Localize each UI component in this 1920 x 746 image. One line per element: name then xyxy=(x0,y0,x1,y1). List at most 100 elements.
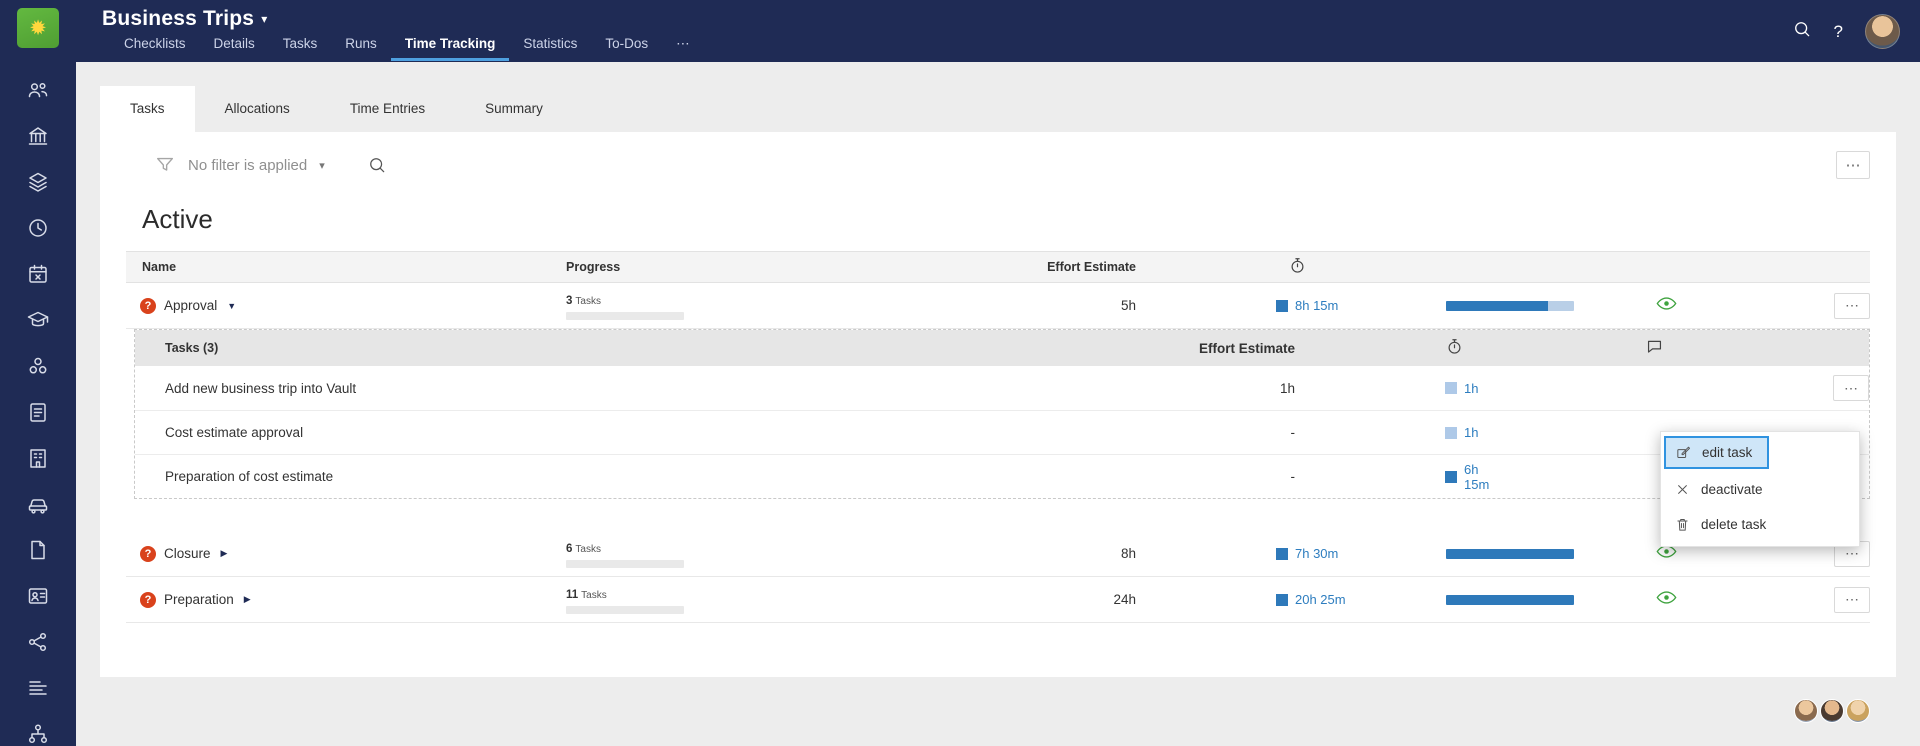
nav-tab-details[interactable]: Details xyxy=(200,33,269,61)
cluster-icon[interactable] xyxy=(26,354,50,378)
title-row: Business Trips ▾ xyxy=(76,0,1920,31)
nav-tab-tasks[interactable]: Tasks xyxy=(269,33,332,61)
user-avatar[interactable] xyxy=(1846,699,1870,723)
filter-caret-icon[interactable]: ▾ xyxy=(319,159,325,172)
user-avatar[interactable] xyxy=(1820,699,1844,723)
list-icon[interactable] xyxy=(26,676,50,700)
workflow-icon[interactable] xyxy=(26,722,50,746)
subtab-summary[interactable]: Summary xyxy=(455,86,573,132)
subtab-tasks[interactable]: Tasks xyxy=(100,86,195,132)
tracked-time-link[interactable]: 20h 25m xyxy=(1295,592,1346,607)
row-more-button[interactable]: ⋯ xyxy=(1834,292,1870,319)
section-title: Active xyxy=(142,204,213,234)
menu-item-deactivate[interactable]: deactivate xyxy=(1661,472,1859,507)
share-icon[interactable] xyxy=(26,630,50,654)
progress-bar-cell xyxy=(1446,300,1656,311)
group-approval[interactable]: ? Approval ▼ xyxy=(126,297,566,314)
task-row: Preparation of cost estimate - 6h 15m xyxy=(135,454,1869,498)
time-square-icon xyxy=(1445,382,1457,394)
calendar-icon[interactable] xyxy=(26,262,50,286)
task-name[interactable]: Add new business trip into Vault xyxy=(135,381,1135,396)
education-icon[interactable] xyxy=(26,308,50,332)
nav-tab-time-tracking[interactable]: Time Tracking xyxy=(390,33,510,61)
filter-label[interactable]: No filter is applied xyxy=(188,157,307,174)
search-icon[interactable] xyxy=(1792,19,1812,44)
task-more-button[interactable]: ⋯ xyxy=(1833,375,1869,401)
menu-item-edit-task[interactable]: edit task xyxy=(1664,436,1770,469)
team-icon[interactable] xyxy=(26,78,50,102)
tracked-time-link[interactable]: 1h xyxy=(1464,381,1478,396)
user-avatar[interactable] xyxy=(1794,699,1818,723)
nav-tab-statistics[interactable]: Statistics xyxy=(509,33,591,61)
menu-item-delete-task[interactable]: delete task xyxy=(1661,507,1859,542)
checklist-icon[interactable] xyxy=(26,400,50,424)
document-icon[interactable] xyxy=(26,538,50,562)
contact-card-icon[interactable] xyxy=(26,584,50,608)
context-menu: edit task deactivate delete task xyxy=(1660,431,1860,547)
task-effort: 1h xyxy=(1279,380,1295,396)
group-closure[interactable]: ? Closure ▶ xyxy=(126,545,566,562)
effort-value: 8h xyxy=(1120,546,1136,561)
clock-icon[interactable] xyxy=(26,216,50,240)
tracked-time-link[interactable]: 8h 15m xyxy=(1295,298,1338,313)
group-name: Closure xyxy=(164,546,211,561)
task-name[interactable]: Preparation of cost estimate xyxy=(135,469,1135,484)
collapse-caret-icon[interactable]: ▼ xyxy=(227,301,236,311)
time-square-icon xyxy=(1276,593,1288,606)
subtab-time-entries[interactable]: Time Entries xyxy=(320,86,455,132)
tracked-time-link[interactable]: 1h xyxy=(1464,425,1478,440)
progress-bar-fill xyxy=(1446,300,1549,311)
page-title[interactable]: Business Trips xyxy=(102,7,254,31)
subtable-title: Tasks (3) xyxy=(165,341,219,355)
task-name[interactable]: Cost estimate approval xyxy=(135,425,1135,440)
subtab-allocations[interactable]: Allocations xyxy=(195,86,320,132)
expand-caret-icon[interactable]: ▶ xyxy=(244,594,251,605)
eye-icon[interactable] xyxy=(1656,296,1677,311)
stopwatch-icon xyxy=(1288,256,1307,275)
table-search-icon[interactable] xyxy=(367,155,387,175)
nav-tab-todos[interactable]: To-Dos xyxy=(591,33,662,61)
stopwatch-icon xyxy=(1445,337,1464,356)
tracked-time-link[interactable]: 6h 15m xyxy=(1464,462,1495,492)
eye-icon[interactable] xyxy=(1656,590,1677,605)
column-header-effort: Effort Estimate xyxy=(1047,260,1136,274)
progress-bar-cell xyxy=(1446,594,1656,605)
visibility-cell xyxy=(1656,590,1776,610)
building-icon[interactable] xyxy=(26,446,50,470)
logo-icon: ✹ xyxy=(29,16,47,40)
nav-more-button[interactable]: ⋯ xyxy=(662,33,704,61)
tasks-progress-track xyxy=(566,606,684,614)
user-avatar[interactable] xyxy=(1865,14,1900,49)
row-more-button[interactable]: ⋯ xyxy=(1834,586,1870,613)
nav-tab-runs[interactable]: Runs xyxy=(331,33,391,61)
deactivate-x-icon xyxy=(1678,485,1687,494)
organization-icon[interactable] xyxy=(26,124,50,148)
task-row: Add new business trip into Vault 1h 1h ⋯ xyxy=(135,366,1869,410)
sidebar-nav xyxy=(26,78,50,746)
app-logo[interactable]: ✹ xyxy=(17,8,59,48)
task-effort: - xyxy=(1290,425,1296,440)
tasks-word: Tasks xyxy=(581,590,607,601)
progress-cell: 3 Tasks xyxy=(566,291,886,320)
expand-caret-icon[interactable]: ▶ xyxy=(221,548,228,559)
car-icon[interactable] xyxy=(26,492,50,516)
nav-tab-checklists[interactable]: Checklists xyxy=(110,33,200,61)
group-name: Preparation xyxy=(164,592,234,607)
title-caret-icon[interactable]: ▾ xyxy=(261,12,267,26)
status-question-icon: ? xyxy=(140,297,156,314)
tasks-panel: No filter is applied ▾ ⋯ Active Name Pro… xyxy=(100,132,1896,677)
task-row: Cost estimate approval - 1h xyxy=(135,410,1869,454)
panel-more-button[interactable]: ⋯ xyxy=(1836,151,1870,179)
progress-bar-fill xyxy=(1446,594,1574,605)
trash-icon xyxy=(1677,519,1688,531)
help-icon[interactable]: ? xyxy=(1834,22,1843,42)
tasks-progress-track xyxy=(566,560,684,568)
effort-value: 24h xyxy=(1113,592,1136,607)
group-preparation[interactable]: ? Preparation ▶ xyxy=(126,591,566,608)
top-nav-tabs: Checklists Details Tasks Runs Time Track… xyxy=(110,33,1920,61)
edit-icon xyxy=(1677,446,1691,458)
layers-icon[interactable] xyxy=(26,170,50,194)
filter-funnel-icon[interactable] xyxy=(154,154,176,176)
tracked-time-link[interactable]: 7h 30m xyxy=(1295,546,1338,561)
tasks-count: 6 xyxy=(566,543,573,555)
